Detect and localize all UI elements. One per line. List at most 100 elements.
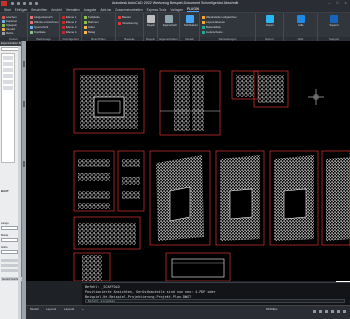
palette-scrollbar[interactable] (18, 46, 21, 319)
option-row[interactable] (1, 264, 18, 267)
open-file-icon[interactable] (17, 2, 20, 5)
layout-levels-button[interactable]: Layout-Ebenen (202, 20, 225, 24)
help-icon (297, 15, 305, 23)
drawing-canvas[interactable] (26, 41, 350, 299)
rules-button[interactable]: Regeln (145, 15, 157, 27)
panel-aendern: Löschen Kopieren Spiegeln Versatz Reihe … (0, 13, 28, 41)
level-3-button[interactable]: Ebene 3 (62, 25, 76, 29)
help-button[interactable]: Hilfe (295, 15, 307, 27)
tab-ausgabe[interactable]: Ausgabe (84, 8, 97, 12)
tab-ansicht[interactable]: Ansicht (51, 8, 61, 12)
view-iso-1[interactable] (149, 150, 211, 246)
add-layout-button[interactable]: + (82, 307, 84, 311)
deck-icon (84, 30, 87, 34)
tab-start[interactable]: Start (4, 8, 11, 12)
tab-verwalten[interactable]: Verwalten (66, 8, 80, 12)
tab-express-tools[interactable]: Express Tools (147, 8, 167, 12)
option-row[interactable] (1, 259, 18, 262)
osnap-toggle-icon[interactable] (337, 310, 340, 313)
tab-layout1[interactable]: Layout1 (46, 307, 56, 311)
properties-button[interactable]: Eigenschaft (163, 15, 177, 27)
tree-item[interactable] (3, 80, 13, 84)
view-side-stack[interactable] (73, 150, 115, 212)
view-bottom-left[interactable] (73, 216, 141, 250)
view-plan[interactable] (165, 252, 231, 281)
component-button[interactable]: Bauteil (118, 15, 131, 19)
frame-button[interactable]: Rahmen (84, 20, 99, 24)
strip-tab[interactable] (23, 161, 25, 167)
length-field[interactable] (1, 226, 18, 230)
undo-icon[interactable] (29, 2, 32, 5)
save-icon[interactable] (23, 2, 26, 5)
tab-zusammenarbeiten[interactable]: Zusammenarbeiten (115, 8, 142, 12)
anchor-button[interactable]: Verankerung (118, 21, 138, 25)
status-toggles (313, 310, 346, 313)
level-2-button[interactable]: Ebene 2 (62, 20, 76, 24)
view-iso-4[interactable] (321, 150, 350, 246)
status-bar: Modell Layout1 Layout2 + MODELL (26, 305, 350, 319)
match-wall-thickness-button[interactable]: Wandstärken abgleichen (202, 15, 237, 19)
view-iso-2[interactable] (215, 150, 265, 246)
support-icon (330, 15, 338, 23)
title-bar: Autodesk AutoCAD 2022 Werkzeug Beispiel-… (0, 0, 350, 7)
redo-icon[interactable] (35, 2, 38, 5)
array-button[interactable]: Reihe (2, 31, 13, 35)
quick-access-toolbar (11, 2, 38, 5)
strip-tab[interactable] (23, 61, 25, 67)
tab-einfuegen[interactable]: Einfügen (15, 8, 28, 12)
visibility-button[interactable]: Sichtbarkeit (184, 15, 198, 27)
tab-beschriften[interactable]: Beschriften (31, 8, 47, 12)
model-space-indicator[interactable]: MODELL (266, 307, 278, 311)
duplicates-button[interactable]: Duplikate (30, 30, 46, 34)
tree-item[interactable] (3, 68, 13, 72)
height-field[interactable] (1, 250, 18, 254)
support-button[interactable]: Support (328, 15, 340, 27)
polar-toggle-icon[interactable] (331, 310, 334, 313)
section-icon (30, 25, 33, 29)
grid-toggle-icon[interactable] (313, 310, 316, 313)
component-icon (118, 15, 121, 19)
tab-plugin[interactable]: PLUGIN (187, 7, 199, 12)
app-logo-icon[interactable] (1, 1, 7, 6)
snap-toggle-icon[interactable] (319, 310, 322, 313)
tab-model[interactable]: Modell (30, 307, 39, 311)
view-bottom-tower[interactable] (73, 252, 111, 281)
view-elevation-main[interactable] (73, 68, 145, 134)
delivery-notes-button[interactable]: Lieferscheine (202, 30, 223, 34)
maximize-icon[interactable]: □ (335, 1, 340, 5)
view-iso-3[interactable] (269, 150, 319, 246)
level-1-button[interactable]: Ebene 1 (62, 15, 76, 19)
tab-addins[interactable]: Add-ins (100, 8, 111, 12)
command-input[interactable]: Befehl eingeben (85, 299, 345, 303)
cross-section-button[interactable]: Querschnitt (30, 25, 48, 29)
settings-icon[interactable] (343, 310, 346, 313)
base-plate-button[interactable]: Fußplatte (84, 15, 100, 19)
new-file-icon[interactable] (11, 2, 14, 5)
tree-item[interactable] (3, 74, 13, 78)
tree-item[interactable] (3, 56, 13, 60)
width-field[interactable] (1, 238, 18, 242)
view-side-stack-2[interactable] (117, 150, 145, 212)
ortho-toggle-icon[interactable] (325, 310, 328, 313)
draw-walls-button[interactable]: Wände einzeichnen (30, 20, 59, 24)
material-list-button[interactable]: Materialliste (202, 25, 221, 29)
tab-layout2[interactable]: Layout2 (64, 307, 74, 311)
frame-icon (84, 20, 87, 24)
tree-item[interactable] (3, 62, 13, 66)
length-range-button[interactable]: Längenbereich (30, 15, 53, 19)
minimize-icon[interactable]: – (327, 1, 332, 5)
rules-icon (147, 15, 155, 23)
tab-vorlagen[interactable]: Vorlagen (170, 8, 183, 12)
close-icon[interactable]: × (343, 1, 348, 5)
deck-button[interactable]: Belag (84, 30, 95, 34)
export-button[interactable]: Export (264, 15, 276, 27)
palette-tree[interactable] (1, 53, 15, 163)
panel-regeln: Regeln Regeln (144, 13, 158, 41)
view-elevation-tall[interactable] (159, 70, 221, 136)
strip-tab[interactable] (23, 101, 25, 107)
tree-item[interactable] (3, 86, 13, 90)
view-elevation-small-2[interactable] (253, 70, 289, 108)
option-row[interactable] (1, 269, 18, 272)
level-4-button[interactable]: Ebene 4 (62, 30, 76, 34)
grid-button[interactable]: Gitter (84, 25, 95, 29)
